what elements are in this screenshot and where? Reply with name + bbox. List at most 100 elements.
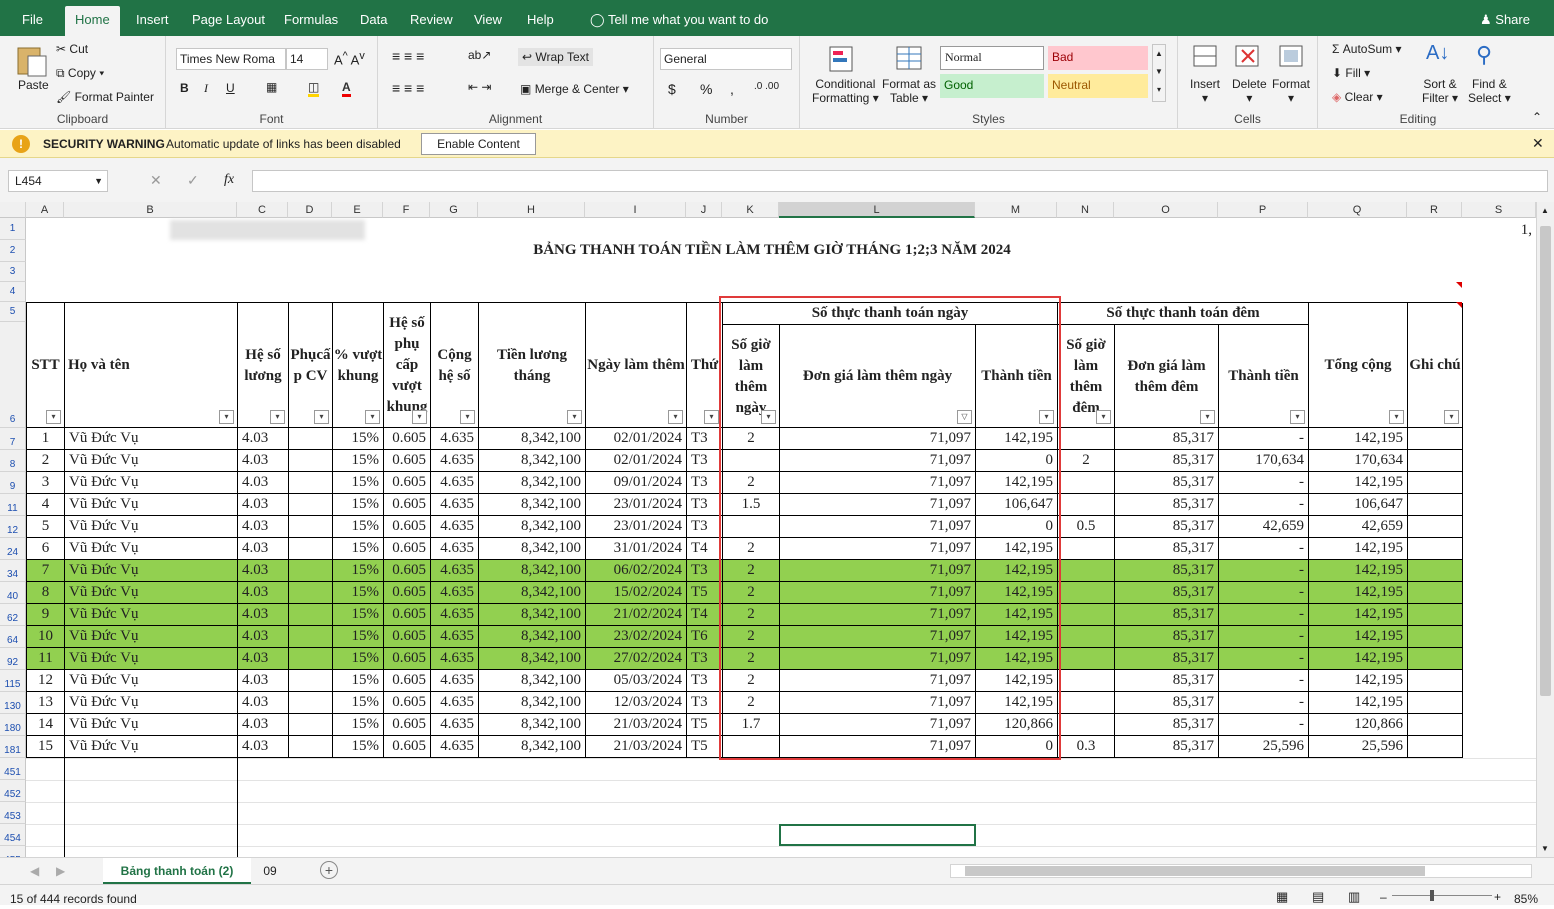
cell-name[interactable]: Vũ Đức Vụ [65, 494, 238, 516]
cell-vuot[interactable]: 15% [333, 648, 384, 670]
cell-cong[interactable]: 4.635 [431, 472, 479, 494]
cell-vuot[interactable]: 15% [333, 626, 384, 648]
cell-luong[interactable]: 8,342,100 [479, 626, 586, 648]
row-header[interactable]: 180 [0, 714, 26, 736]
format-cells-button[interactable]: Format ▾ [1272, 77, 1310, 105]
cell-tong[interactable]: 142,195 [1309, 582, 1408, 604]
cell-empty[interactable] [289, 560, 333, 582]
cell-ttd[interactable]: - [1219, 648, 1309, 670]
cell-stt[interactable]: 14 [27, 714, 65, 736]
cell-vuot[interactable]: 15% [333, 494, 384, 516]
cell-empty[interactable] [289, 670, 333, 692]
cell-ttd[interactable]: - [1219, 538, 1309, 560]
row-header[interactable]: 130 [0, 692, 26, 714]
cell-luong[interactable]: 8,342,100 [479, 472, 586, 494]
cell-heso[interactable]: 4.03 [238, 604, 289, 626]
zoom-out-icon[interactable]: – [1380, 887, 1387, 907]
cell-pc[interactable]: 0.605 [384, 582, 431, 604]
row-header[interactable]: 92 [0, 648, 26, 670]
scroll-up-icon[interactable]: ▲ [1541, 206, 1549, 215]
cell-heso[interactable]: 4.03 [238, 714, 289, 736]
italic-button[interactable]: I [204, 81, 208, 96]
number-format-select[interactable]: General [660, 48, 792, 70]
add-sheet-icon[interactable]: + [320, 861, 338, 879]
find-select-button[interactable]: Find & Select ▾ [1468, 77, 1511, 105]
style-good[interactable]: Good [940, 74, 1044, 98]
cell-dgd[interactable]: 85,317 [1115, 494, 1219, 516]
cell-cong[interactable]: 4.635 [431, 494, 479, 516]
cell-dgd[interactable]: 85,317 [1115, 626, 1219, 648]
underline-button[interactable]: U [226, 81, 235, 95]
cell-pc[interactable]: 0.605 [384, 648, 431, 670]
cell-dgd[interactable]: 85,317 [1115, 516, 1219, 538]
scroll-thumb[interactable] [1540, 226, 1551, 696]
cell-thu[interactable]: T3 [687, 692, 723, 714]
cell-dgd[interactable]: 85,317 [1115, 714, 1219, 736]
cell-thu[interactable]: T3 [687, 472, 723, 494]
cell-luong[interactable]: 8,342,100 [479, 560, 586, 582]
tab-view[interactable]: View [464, 6, 512, 36]
cell-empty[interactable] [289, 516, 333, 538]
row-header[interactable]: 455 [0, 846, 26, 857]
cell-stt[interactable]: 13 [27, 692, 65, 714]
cell-vuot[interactable]: 15% [333, 560, 384, 582]
cell-ttd[interactable]: - [1219, 670, 1309, 692]
cell-dgd[interactable]: 85,317 [1115, 670, 1219, 692]
decimal-icon[interactable]: .0 .00 [754, 81, 779, 92]
close-icon[interactable]: ✕ [1532, 135, 1544, 152]
row-header[interactable]: 451 [0, 758, 26, 780]
cell-luong[interactable]: 8,342,100 [479, 582, 586, 604]
tab-file[interactable]: File [12, 6, 53, 36]
cell-pc[interactable]: 0.605 [384, 604, 431, 626]
filter-dropdown-icon[interactable]: ▾ [365, 410, 380, 424]
cell-thu[interactable]: T6 [687, 626, 723, 648]
cell-thu[interactable]: T3 [687, 560, 723, 582]
cell-name[interactable]: Vũ Đức Vụ [65, 626, 238, 648]
cell-thu[interactable]: T5 [687, 582, 723, 604]
cell-vuot[interactable]: 15% [333, 450, 384, 472]
cell-giod[interactable] [1058, 538, 1115, 560]
cell-tong[interactable]: 142,195 [1309, 692, 1408, 714]
cell-ngay[interactable]: 09/01/2024 [586, 472, 687, 494]
cell-thu[interactable]: T3 [687, 516, 723, 538]
cell-ngay[interactable]: 31/01/2024 [586, 538, 687, 560]
tab-help[interactable]: Help [517, 6, 564, 36]
cell-tong[interactable]: 142,195 [1309, 604, 1408, 626]
page-break-icon[interactable]: ▥ [1348, 887, 1360, 907]
cell-giod[interactable] [1058, 692, 1115, 714]
cell-giod[interactable] [1058, 472, 1115, 494]
cell-ngay[interactable]: 23/02/2024 [586, 626, 687, 648]
cell-luong[interactable]: 8,342,100 [479, 692, 586, 714]
column-header[interactable]: L [779, 202, 975, 218]
cell-heso[interactable]: 4.03 [238, 428, 289, 450]
cell-thu[interactable]: T5 [687, 736, 723, 758]
style-bad[interactable]: Bad [1048, 46, 1148, 70]
cell-luong[interactable]: 8,342,100 [479, 736, 586, 758]
cut-button[interactable]: ✂ Cut [56, 42, 88, 56]
fill-color-icon[interactable]: ◫ [308, 80, 320, 97]
cell-pc[interactable]: 0.605 [384, 626, 431, 648]
sheet-tab-09[interactable]: 09 [252, 858, 288, 884]
cell-luong[interactable]: 8,342,100 [479, 648, 586, 670]
formula-input[interactable] [252, 170, 1548, 192]
cell-dgd[interactable]: 85,317 [1115, 736, 1219, 758]
cell-dgd[interactable]: 85,317 [1115, 582, 1219, 604]
cell-heso[interactable]: 4.03 [238, 494, 289, 516]
cell-giod[interactable] [1058, 428, 1115, 450]
filter-dropdown-icon[interactable]: ▾ [1389, 410, 1404, 424]
cell-giod[interactable] [1058, 714, 1115, 736]
cell-cong[interactable]: 4.635 [431, 670, 479, 692]
cell-pc[interactable]: 0.605 [384, 670, 431, 692]
cell-stt[interactable]: 3 [27, 472, 65, 494]
cell-empty[interactable] [289, 450, 333, 472]
column-header[interactable]: S [1462, 202, 1536, 218]
cell-ttd[interactable]: - [1219, 582, 1309, 604]
cell-empty[interactable] [1408, 648, 1463, 670]
cell-ngay[interactable]: 02/01/2024 [586, 450, 687, 472]
cell-tong[interactable]: 42,659 [1309, 516, 1408, 538]
cell-giod[interactable]: 0.3 [1058, 736, 1115, 758]
cell-empty[interactable] [1408, 604, 1463, 626]
cell-ngay[interactable]: 05/03/2024 [586, 670, 687, 692]
cell-thu[interactable]: T4 [687, 538, 723, 560]
row-header[interactable]: 62 [0, 604, 26, 626]
